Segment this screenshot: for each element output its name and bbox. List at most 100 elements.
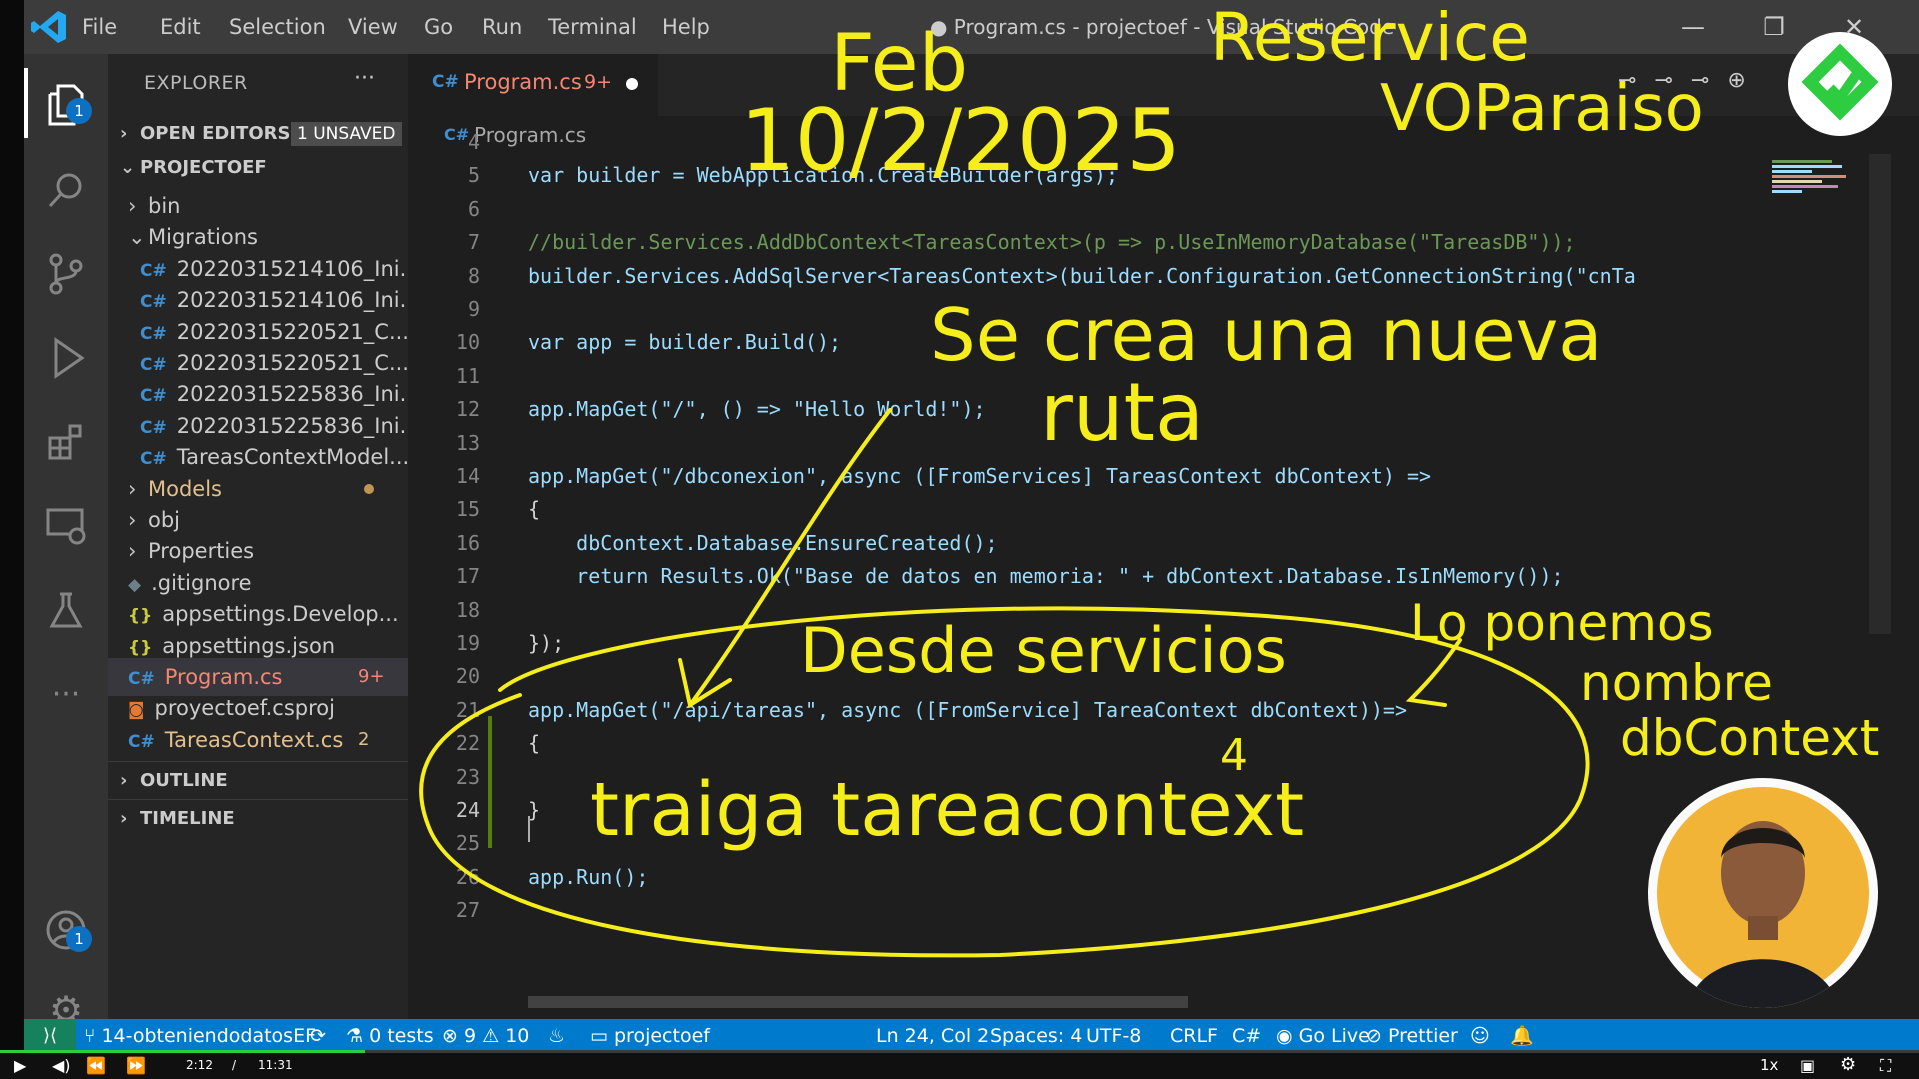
tab-program-cs[interactable]: C# Program.cs 9+ (408, 54, 658, 116)
tree-item-label: proyectoef.csproj (154, 696, 335, 721)
tests-indicator[interactable]: ⚗ 0 tests (346, 1019, 434, 1053)
csharp-icon: C# (432, 72, 459, 92)
title-bar: File Edit Selection View Go Run Terminal… (0, 0, 1919, 54)
problem-badge: 2 (358, 728, 370, 750)
unsaved-dot-icon[interactable] (626, 78, 638, 90)
line-number: 27 (455, 898, 480, 923)
sync-icon[interactable]: ⟳ (310, 1019, 326, 1053)
line-number: 20 (455, 664, 480, 689)
folder-icon: ▭ (590, 1025, 614, 1047)
menu-file[interactable]: File (82, 0, 117, 54)
pip-icon[interactable]: ▣ (1800, 1056, 1815, 1075)
csharp-file-icon: C# (140, 260, 167, 281)
compare-icon[interactable]: ⊸ (1654, 68, 1690, 93)
account-icon[interactable] (24, 890, 108, 970)
indentation[interactable]: Spaces: 4 (990, 1019, 1082, 1053)
minimap[interactable] (1768, 154, 1858, 274)
volume-icon[interactable]: ◀) (52, 1056, 71, 1075)
line-number: 22 (455, 731, 480, 756)
video-settings-icon[interactable]: ⚙ (1840, 1054, 1856, 1075)
tab-label: Program.cs (464, 70, 582, 94)
branch-indicator[interactable]: ⑂ 14-obteniendodatosEF (84, 1019, 316, 1053)
window-title: ● Program.cs - projectoef - Visual Studi… (930, 15, 1395, 39)
tree-item-label: .gitignore (151, 570, 252, 595)
problems-indicator[interactable]: ⊗ 9 ⚠ 10 (442, 1019, 529, 1053)
folder-name: projectoef (614, 1025, 710, 1047)
modified-dot-icon (364, 483, 374, 494)
outline-label: OUTLINE (140, 770, 228, 791)
channel-logo (1788, 32, 1892, 136)
menu-selection[interactable]: Selection (229, 0, 326, 54)
open-editors-label: OPEN EDITORS (140, 123, 291, 144)
tree-file[interactable]: C# TareasContext.cs 2 (108, 721, 408, 759)
prettier-button[interactable]: ⊘ Prettier (1366, 1019, 1458, 1053)
explorer-more-button[interactable]: ··· (354, 66, 375, 91)
cursor-position[interactable]: Ln 24, Col 2 (876, 1019, 989, 1053)
line-number: 18 (455, 597, 480, 622)
fullscreen-icon[interactable]: ⛶ (1880, 1056, 1891, 1076)
more-icon[interactable]: ··· (24, 654, 108, 734)
search-icon[interactable] (24, 150, 108, 230)
breadcrumb: C# Program.cs (408, 116, 1919, 154)
presenter-portrait (1657, 787, 1869, 1008)
tree-item-label: obj (148, 508, 181, 532)
project-section[interactable]: ⌄ PROJECTOEF (108, 150, 408, 186)
menu-go[interactable]: Go (424, 0, 453, 54)
vertical-scrollbar[interactable] (1869, 154, 1891, 634)
chevron-down-icon: ⌄ (120, 157, 136, 178)
chevron-right-icon: › (120, 770, 128, 791)
play-icon[interactable]: ▶ (14, 1056, 26, 1075)
remote-indicator-icon[interactable]: ⟩⟨ (24, 1019, 76, 1053)
menu-help[interactable]: Help (662, 0, 710, 54)
notifications-icon[interactable]: 🔔 (1510, 1019, 1534, 1053)
horizontal-scrollbar[interactable] (528, 996, 1188, 1008)
video-progress-track[interactable] (0, 1050, 1919, 1053)
open-editors-section[interactable]: › OPEN EDITORS 1 UNSAVED (108, 116, 408, 152)
breadcrumb-file[interactable]: Program.cs (474, 123, 586, 147)
outline-section[interactable]: › OUTLINE (108, 763, 408, 799)
timeline-section[interactable]: › TIMELINE (108, 801, 408, 837)
vscode-logo-icon (30, 8, 68, 46)
go-live-button[interactable]: ◉ Go Live (1276, 1019, 1370, 1053)
line-number: 7 (467, 230, 480, 255)
explorer-badge: 1 (66, 98, 92, 124)
tree-item-label: TareasContextModel... (176, 445, 408, 470)
code-line: return Results.Ok("Base de datos en memo… (528, 564, 1564, 589)
feedback-icon[interactable]: ☺ (1470, 1019, 1490, 1053)
go-forward-icon[interactable]: ⊸ (1691, 68, 1727, 93)
folder-indicator[interactable]: ▭ projectoef (590, 1019, 710, 1053)
playback-speed[interactable]: 1x (1760, 1056, 1778, 1074)
source-control-icon[interactable] (24, 234, 108, 314)
menu-view[interactable]: View (348, 0, 398, 54)
csharp-file-icon: C# (140, 323, 167, 344)
unsaved-badge: 1 UNSAVED (291, 122, 402, 146)
rewind-icon[interactable]: ⏪ (86, 1056, 106, 1075)
menu-run[interactable]: Run (482, 0, 522, 54)
timeline-icon[interactable]: ⊕ (1727, 68, 1763, 93)
encoding[interactable]: UTF-8 (1086, 1019, 1141, 1053)
language-mode[interactable]: C# (1232, 1019, 1261, 1053)
minimize-icon[interactable]: — (1673, 8, 1713, 46)
project-label: PROJECTOEF (140, 157, 267, 178)
menu-terminal[interactable]: Terminal (548, 0, 637, 54)
testing-icon[interactable] (24, 570, 108, 650)
video-left-margin (0, 0, 24, 1053)
tree-item-label: 20220315225836_Ini... (176, 382, 408, 407)
remote-explorer-icon[interactable] (24, 486, 108, 566)
flame-icon[interactable]: ♨ (548, 1019, 565, 1053)
go-back-icon[interactable]: ⊸ (1618, 68, 1654, 93)
editor-actions: ⊸⊸⊸⊕ (1618, 68, 1764, 93)
tree-item-label: 20220315225836_Ini... (176, 413, 408, 438)
code-line: dbContext.Database.EnsureCreated(); (528, 530, 998, 555)
run-debug-icon[interactable] (24, 318, 108, 398)
extensions-icon[interactable] (24, 402, 108, 482)
tree-item-label: Migrations (148, 225, 258, 250)
fast-forward-icon[interactable]: ⏩ (126, 1056, 146, 1075)
files-icon[interactable] (24, 64, 108, 144)
line-ending[interactable]: CRLF (1170, 1019, 1218, 1053)
status-bar: ⟩⟨ ⑂ 14-obteniendodatosEF ⟳ ⚗ 0 tests ⊗ … (24, 1019, 1919, 1053)
menu-edit[interactable]: Edit (160, 0, 201, 54)
code-line: app.Run(); (528, 864, 649, 889)
tree-item-label: bin (148, 194, 181, 218)
tree-item-label: Models (148, 476, 222, 501)
